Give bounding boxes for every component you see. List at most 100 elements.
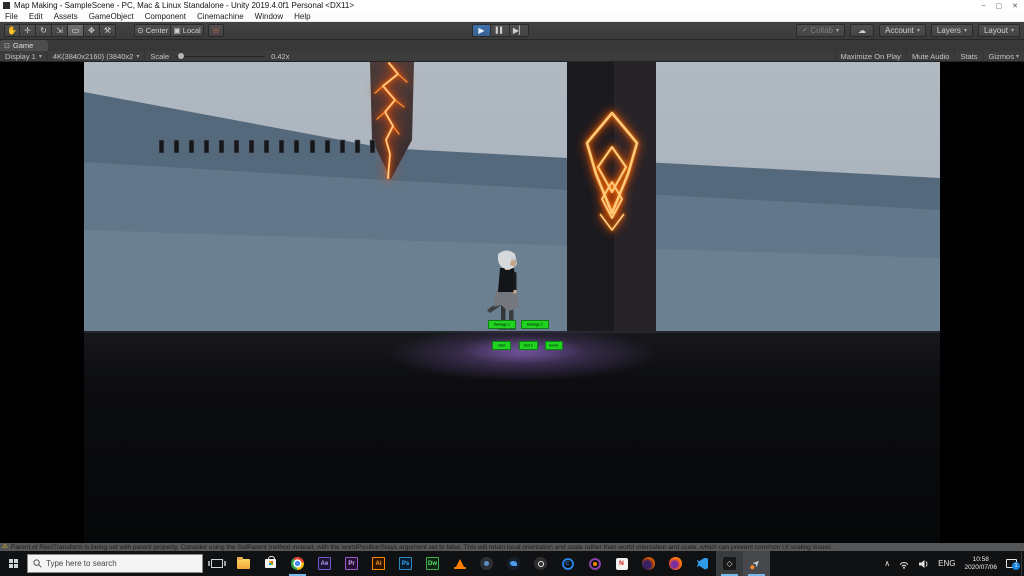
layout-dropdown[interactable]: Layout ▾ <box>978 24 1020 37</box>
scale-label: Scale <box>150 52 169 61</box>
gizmos-dropdown[interactable]: Gizmos ▾ <box>983 51 1024 62</box>
layers-dropdown[interactable]: Layers ▾ <box>931 24 973 37</box>
minimize-button[interactable]: – <box>982 2 986 10</box>
after-effects-icon: Ae <box>318 557 331 570</box>
menu-edit[interactable]: Edit <box>29 12 43 21</box>
game-button-revive[interactable]: revive <box>545 341 563 350</box>
status-bar[interactable]: ⚠ Parent of RectTransform is being set w… <box>0 543 1024 551</box>
twitter-button[interactable] <box>500 551 527 576</box>
c-ring-app-button[interactable]: C <box>554 551 581 576</box>
menu-assets[interactable]: Assets <box>54 12 78 21</box>
scale-value: 0.42x <box>271 52 289 61</box>
collab-label: Collab <box>810 26 833 35</box>
menu-component[interactable]: Component <box>145 12 186 21</box>
nfs-app-button[interactable]: N <box>608 551 635 576</box>
rotate-tool-icon: ↻ <box>40 26 47 35</box>
illustrator-button[interactable]: Ai <box>365 551 392 576</box>
menu-bar: File Edit Assets GameObject Component Ci… <box>0 11 1024 22</box>
language-indicator[interactable]: ENG <box>934 551 959 576</box>
hand-tool-button[interactable]: ✋ <box>4 24 20 37</box>
display-dropdown[interactable]: Display 1 ▾ <box>0 51 48 62</box>
game-tab-icon: ⊡ <box>4 42 10 50</box>
mute-audio-button[interactable]: Mute Audio <box>906 51 955 62</box>
microsoft-store-button[interactable] <box>257 551 284 576</box>
account-label: Account <box>885 26 914 35</box>
firefox-dev-button[interactable] <box>635 551 662 576</box>
layout-label: Layout <box>984 26 1008 35</box>
pillar <box>567 62 656 332</box>
game-button-damage-2[interactable]: Damage 2 <box>521 320 549 329</box>
taskbar-search[interactable] <box>27 554 203 573</box>
play-button[interactable]: ▶ <box>472 24 491 37</box>
action-center-button[interactable]: 1 <box>1002 551 1021 576</box>
pivot-local-button[interactable]: ▣ Local <box>171 24 204 37</box>
maximize-on-play-button[interactable]: Maximize On Play <box>835 51 906 62</box>
photoshop-button[interactable]: Ps <box>392 551 419 576</box>
photoshop-icon: Ps <box>399 557 412 570</box>
game-app-button[interactable]: ➤ <box>743 551 770 576</box>
maximize-button[interactable]: ▢ <box>996 2 1003 10</box>
windows-logo-icon <box>9 559 18 568</box>
game-view-toolbar: Display 1 ▾ 4K(3840x2160) (3840x2 ▾ Scal… <box>0 51 1024 62</box>
menu-gameobject[interactable]: GameObject <box>89 12 134 21</box>
game-button-start[interactable]: start <box>492 341 511 350</box>
task-view-button[interactable] <box>203 551 230 576</box>
firefox-icon <box>669 557 682 570</box>
cloud-button[interactable]: ☁ <box>850 24 874 37</box>
unity-taskbar-button[interactable]: ◇ <box>716 551 743 576</box>
tray-chevron[interactable]: ∧ <box>880 551 894 576</box>
firefox-button[interactable] <box>662 551 689 576</box>
rocket-icon: ➤ <box>750 557 763 570</box>
rotate-tool-button[interactable]: ↻ <box>36 24 52 37</box>
wrench-icon: ⚒ <box>104 26 111 35</box>
recorder-app-button[interactable] <box>581 551 608 576</box>
vlc-button[interactable] <box>446 551 473 576</box>
transform-tool-button[interactable]: ✥ <box>84 24 100 37</box>
file-explorer-button[interactable] <box>230 551 257 576</box>
menu-cinemachine[interactable]: Cinemachine <box>197 12 244 21</box>
illustrator-icon: Ai <box>372 557 385 570</box>
c-ring-icon: C <box>562 558 574 570</box>
firefox-dark-icon <box>642 557 655 570</box>
chrome-button[interactable] <box>284 551 311 576</box>
stats-button[interactable]: Stats <box>954 51 982 62</box>
tray-date: 2020/07/06 <box>964 564 997 572</box>
grid-snap-button[interactable]: ⊞ <box>208 24 224 37</box>
premiere-button[interactable]: Pr <box>338 551 365 576</box>
menu-window[interactable]: Window <box>255 12 283 21</box>
webcam-app-button[interactable] <box>473 551 500 576</box>
vscode-button[interactable] <box>689 551 716 576</box>
search-input[interactable] <box>46 559 186 568</box>
dreamweaver-button[interactable]: Dw <box>419 551 446 576</box>
custom-tool-button[interactable]: ⚒ <box>100 24 116 37</box>
twitter-bird-icon <box>507 557 520 570</box>
menu-file[interactable]: File <box>5 12 18 21</box>
account-dropdown[interactable]: Account ▾ <box>879 24 926 37</box>
resolution-dropdown[interactable]: 4K(3840x2160) (3840x2 ▾ <box>48 51 146 62</box>
close-button[interactable]: ✕ <box>1012 2 1018 10</box>
scale-tool-button[interactable]: ⇲ <box>52 24 68 37</box>
collab-dropdown[interactable]: ✔ Collab ▾ <box>796 24 845 37</box>
after-effects-button[interactable]: Ae <box>311 551 338 576</box>
tab-game[interactable]: ⊡ Game <box>0 40 48 51</box>
wifi-icon[interactable] <box>894 551 914 576</box>
scale-slider[interactable] <box>176 56 264 57</box>
pause-button[interactable]: ▌▌ <box>491 24 510 37</box>
speaker-icon[interactable] <box>914 551 934 576</box>
move-tool-button[interactable]: ✛ <box>20 24 36 37</box>
scale-slider-knob[interactable] <box>178 53 184 59</box>
game-button-test[interactable]: test 1 <box>519 341 538 350</box>
clock[interactable]: 10:58 2020/07/06 <box>959 556 1002 572</box>
step-button[interactable]: ▶▏ <box>510 24 529 37</box>
search-icon <box>33 559 42 568</box>
game-button-damage-1[interactable]: Damage 1 <box>488 320 516 329</box>
pivot-center-button[interactable]: ⊙ Center <box>134 24 171 37</box>
rect-tool-button[interactable]: ▭ <box>68 24 84 37</box>
premiere-icon: Pr <box>345 557 358 570</box>
obs-button[interactable] <box>527 551 554 576</box>
folder-icon <box>237 559 250 569</box>
start-button[interactable] <box>0 551 27 576</box>
menu-help[interactable]: Help <box>294 12 310 21</box>
local-pivot-icon: ▣ <box>173 26 181 35</box>
transform-tool-icon: ✥ <box>88 26 95 35</box>
